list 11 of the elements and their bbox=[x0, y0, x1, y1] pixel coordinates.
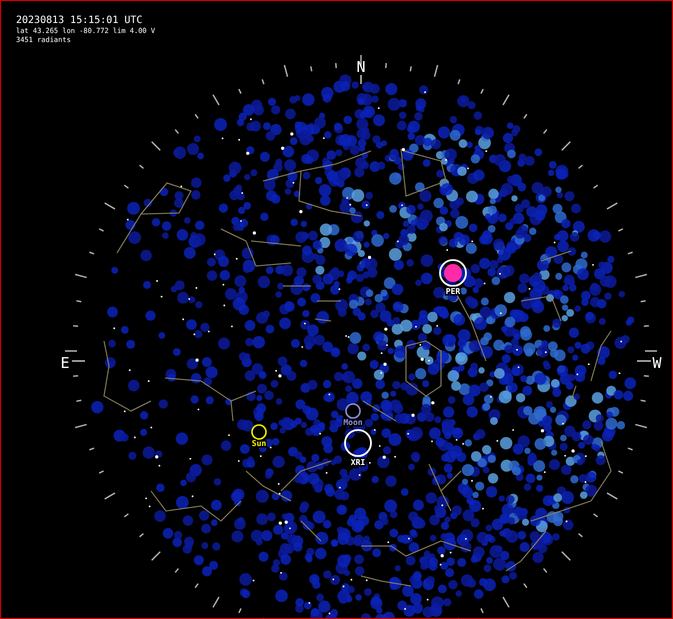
radiant-marker-icon bbox=[344, 429, 372, 457]
compass-tick bbox=[360, 75, 362, 84]
compass-label: N bbox=[356, 58, 366, 76]
compass-tick bbox=[637, 360, 651, 362]
marker-label: XRI bbox=[350, 458, 366, 467]
radiant-marker-icon bbox=[439, 259, 467, 287]
marker-label: PER bbox=[446, 287, 460, 296]
compass-label: W bbox=[652, 354, 662, 372]
date-time: 20230813 15:15:01 UTC bbox=[16, 15, 144, 27]
compass-tick bbox=[72, 360, 85, 362]
compass-label: E bbox=[60, 354, 70, 372]
